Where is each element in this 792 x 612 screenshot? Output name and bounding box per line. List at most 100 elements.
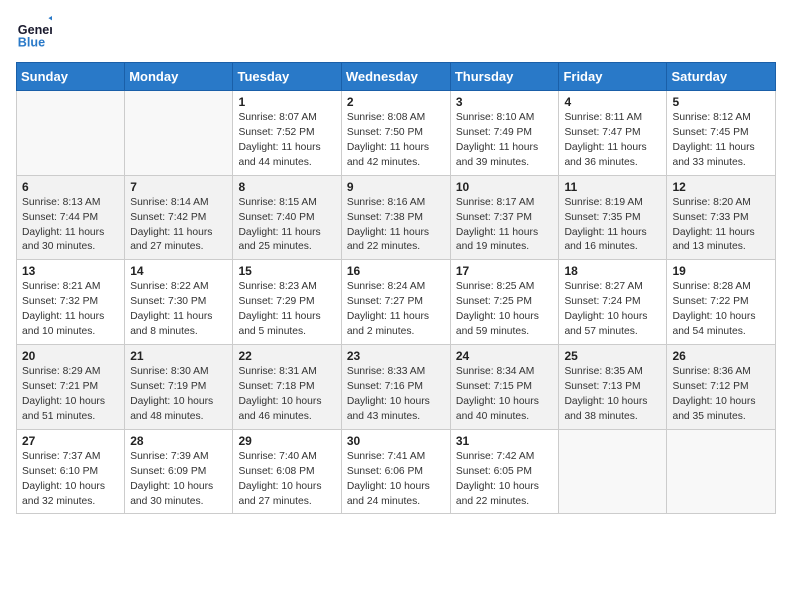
day-info: Sunrise: 7:40 AMSunset: 6:08 PMDaylight:… <box>238 450 335 510</box>
calendar-day-cell: 4 Sunrise: 8:11 AMSunset: 7:47 PMDaylight… <box>559 91 667 176</box>
calendar-week-row: 13 Sunrise: 8:21 AMSunset: 7:32 PMDayligh… <box>17 260 776 345</box>
day-number: 2 <box>347 95 445 109</box>
day-number: 12 <box>672 180 770 194</box>
day-number: 28 <box>130 434 227 448</box>
day-number: 13 <box>22 264 119 278</box>
day-number: 5 <box>672 95 770 109</box>
calendar-day-cell: 16Sunrise: 8:24 AMSunset: 7:27 PMDayligh… <box>341 260 450 345</box>
days-of-week-row: SundayMondayTuesdayWednesdayThursdayFrid… <box>17 63 776 91</box>
day-info: Sunrise: 8:24 AMSunset: 7:27 PMDaylight:… <box>347 280 445 340</box>
day-number: 11 <box>564 180 661 194</box>
calendar-day-cell: 7 Sunrise: 8:14 AMSunset: 7:42 PMDaylight… <box>125 175 233 260</box>
day-of-week-header: Saturday <box>667 63 776 91</box>
day-number: 23 <box>347 349 445 363</box>
day-info: Sunrise: 8:15 AMSunset: 7:40 PMDaylight:… <box>238 196 335 256</box>
calendar-week-row: 1 Sunrise: 8:07 AMSunset: 7:52 PMDaylight… <box>17 91 776 176</box>
day-info: Sunrise: 8:27 AMSunset: 7:24 PMDaylight:… <box>564 280 661 340</box>
day-info: Sunrise: 7:41 AMSunset: 6:06 PMDaylight:… <box>347 450 445 510</box>
day-of-week-header: Friday <box>559 63 667 91</box>
day-number: 29 <box>238 434 335 448</box>
calendar-day-cell: 19 Sunrise: 8:28 AMSunset: 7:22 PMDayligh… <box>667 260 776 345</box>
day-info: Sunrise: 8:31 AMSunset: 7:18 PMDaylight:… <box>238 365 335 425</box>
calendar-day-cell: 14 Sunrise: 8:22 AMSunset: 7:30 PMDayligh… <box>125 260 233 345</box>
day-info: Sunrise: 8:25 AMSunset: 7:25 PMDaylight:… <box>456 280 554 340</box>
day-number: 15 <box>238 264 335 278</box>
day-of-week-header: Wednesday <box>341 63 450 91</box>
calendar-day-cell: 20 Sunrise: 8:29 AMSunset: 7:21 PMDayligh… <box>17 345 125 430</box>
calendar-day-cell: 31Sunrise: 7:42 AMSunset: 6:05 PMDayligh… <box>450 429 559 514</box>
calendar-day-cell <box>125 91 233 176</box>
day-info: Sunrise: 8:07 AMSunset: 7:52 PMDaylight:… <box>238 111 335 171</box>
day-number: 22 <box>238 349 335 363</box>
day-info: Sunrise: 8:36 AMSunset: 7:12 PMDaylight:… <box>672 365 770 425</box>
calendar-day-cell: 12 Sunrise: 8:20 AMSunset: 7:33 PMDayligh… <box>667 175 776 260</box>
calendar-day-cell: 1 Sunrise: 8:07 AMSunset: 7:52 PMDaylight… <box>233 91 341 176</box>
day-info: Sunrise: 7:37 AMSunset: 6:10 PMDaylight:… <box>22 450 119 510</box>
calendar-day-cell: 11Sunrise: 8:19 AMSunset: 7:35 PMDayligh… <box>559 175 667 260</box>
calendar-day-cell <box>667 429 776 514</box>
day-number: 7 <box>130 180 227 194</box>
day-info: Sunrise: 8:08 AMSunset: 7:50 PMDaylight:… <box>347 111 445 171</box>
day-info: Sunrise: 8:14 AMSunset: 7:42 PMDaylight:… <box>130 196 227 256</box>
calendar-day-cell: 10Sunrise: 8:17 AMSunset: 7:37 PMDayligh… <box>450 175 559 260</box>
day-number: 19 <box>672 264 770 278</box>
day-info: Sunrise: 8:23 AMSunset: 7:29 PMDaylight:… <box>238 280 335 340</box>
svg-text:Blue: Blue <box>18 36 45 50</box>
day-number: 9 <box>347 180 445 194</box>
day-number: 26 <box>672 349 770 363</box>
calendar-week-row: 27 Sunrise: 7:37 AMSunset: 6:10 PMDayligh… <box>17 429 776 514</box>
day-info: Sunrise: 8:12 AMSunset: 7:45 PMDaylight:… <box>672 111 770 171</box>
day-number: 17 <box>456 264 554 278</box>
day-number: 24 <box>456 349 554 363</box>
calendar-day-cell: 3Sunrise: 8:10 AMSunset: 7:49 PMDaylight… <box>450 91 559 176</box>
calendar-day-cell: 17 Sunrise: 8:25 AMSunset: 7:25 PMDayligh… <box>450 260 559 345</box>
day-number: 14 <box>130 264 227 278</box>
day-number: 1 <box>238 95 335 109</box>
calendar-day-cell <box>17 91 125 176</box>
day-number: 6 <box>22 180 119 194</box>
day-info: Sunrise: 8:13 AMSunset: 7:44 PMDaylight:… <box>22 196 119 256</box>
calendar-day-cell: 2 Sunrise: 8:08 AMSunset: 7:50 PMDaylight… <box>341 91 450 176</box>
calendar-day-cell: 22 Sunrise: 8:31 AMSunset: 7:18 PMDayligh… <box>233 345 341 430</box>
calendar-day-cell: 21 Sunrise: 8:30 AMSunset: 7:19 PMDayligh… <box>125 345 233 430</box>
day-of-week-header: Sunday <box>17 63 125 91</box>
calendar-day-cell: 23Sunrise: 8:33 AMSunset: 7:16 PMDayligh… <box>341 345 450 430</box>
calendar-day-cell: 29 Sunrise: 7:40 AMSunset: 6:08 PMDayligh… <box>233 429 341 514</box>
calendar-week-row: 20 Sunrise: 8:29 AMSunset: 7:21 PMDayligh… <box>17 345 776 430</box>
day-number: 20 <box>22 349 119 363</box>
calendar-day-cell: 30 Sunrise: 7:41 AMSunset: 6:06 PMDayligh… <box>341 429 450 514</box>
day-info: Sunrise: 8:20 AMSunset: 7:33 PMDaylight:… <box>672 196 770 256</box>
day-number: 25 <box>564 349 661 363</box>
calendar-day-cell: 5 Sunrise: 8:12 AMSunset: 7:45 PMDaylight… <box>667 91 776 176</box>
day-info: Sunrise: 8:21 AMSunset: 7:32 PMDaylight:… <box>22 280 119 340</box>
day-number: 30 <box>347 434 445 448</box>
calendar-day-cell: 26 Sunrise: 8:36 AMSunset: 7:12 PMDayligh… <box>667 345 776 430</box>
calendar-day-cell: 8 Sunrise: 8:15 AMSunset: 7:40 PMDaylight… <box>233 175 341 260</box>
day-number: 3 <box>456 95 554 109</box>
day-info: Sunrise: 8:29 AMSunset: 7:21 PMDaylight:… <box>22 365 119 425</box>
logo-icon: General Blue <box>16 16 52 52</box>
day-info: Sunrise: 8:28 AMSunset: 7:22 PMDaylight:… <box>672 280 770 340</box>
calendar-day-cell: 9Sunrise: 8:16 AMSunset: 7:38 PMDaylight… <box>341 175 450 260</box>
day-info: Sunrise: 8:30 AMSunset: 7:19 PMDaylight:… <box>130 365 227 425</box>
logo: General Blue <box>16 16 56 52</box>
calendar-body: 1 Sunrise: 8:07 AMSunset: 7:52 PMDaylight… <box>17 91 776 514</box>
day-info: Sunrise: 8:11 AMSunset: 7:47 PMDaylight:… <box>564 111 661 171</box>
day-info: Sunrise: 7:39 AMSunset: 6:09 PMDaylight:… <box>130 450 227 510</box>
day-info: Sunrise: 8:22 AMSunset: 7:30 PMDaylight:… <box>130 280 227 340</box>
day-of-week-header: Monday <box>125 63 233 91</box>
calendar-week-row: 6 Sunrise: 8:13 AMSunset: 7:44 PMDaylight… <box>17 175 776 260</box>
calendar-table: SundayMondayTuesdayWednesdayThursdayFrid… <box>16 62 776 514</box>
day-number: 4 <box>564 95 661 109</box>
day-number: 8 <box>238 180 335 194</box>
day-info: Sunrise: 8:35 AMSunset: 7:13 PMDaylight:… <box>564 365 661 425</box>
day-info: Sunrise: 8:17 AMSunset: 7:37 PMDaylight:… <box>456 196 554 256</box>
calendar-day-cell: 28 Sunrise: 7:39 AMSunset: 6:09 PMDayligh… <box>125 429 233 514</box>
calendar-day-cell: 15 Sunrise: 8:23 AMSunset: 7:29 PMDayligh… <box>233 260 341 345</box>
calendar-day-cell: 13 Sunrise: 8:21 AMSunset: 7:32 PMDayligh… <box>17 260 125 345</box>
day-info: Sunrise: 8:34 AMSunset: 7:15 PMDaylight:… <box>456 365 554 425</box>
day-number: 27 <box>22 434 119 448</box>
day-number: 21 <box>130 349 227 363</box>
day-of-week-header: Tuesday <box>233 63 341 91</box>
day-number: 18 <box>564 264 661 278</box>
